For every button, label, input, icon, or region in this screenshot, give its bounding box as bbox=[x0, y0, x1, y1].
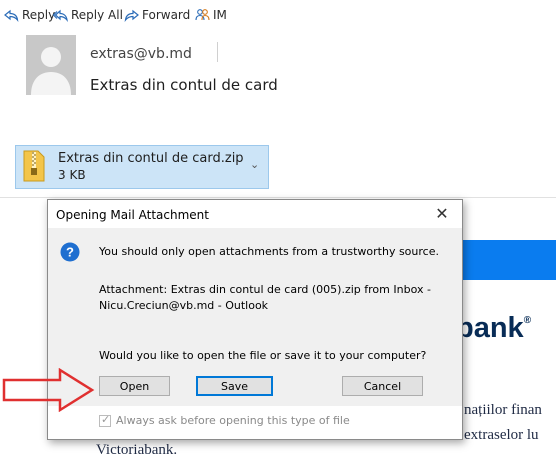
opening-mail-attachment-dialog: Opening Mail Attachment ✕ ? You should o… bbox=[47, 199, 463, 440]
question-text: Would you like to open the file or save … bbox=[99, 349, 427, 362]
reply-all-icon bbox=[52, 8, 68, 23]
avatar bbox=[26, 35, 76, 95]
svg-text:?: ? bbox=[66, 245, 74, 260]
forward-icon bbox=[124, 8, 139, 23]
message-subject: Extras din contul de card bbox=[90, 76, 278, 94]
zip-file-icon bbox=[23, 150, 45, 182]
reply-button[interactable]: Reply bbox=[4, 7, 55, 23]
dialog-title: Opening Mail Attachment bbox=[56, 208, 209, 222]
always-ask-checkbox[interactable]: ✓ bbox=[99, 413, 111, 427]
body-text-line1: națiilor finan bbox=[464, 402, 542, 418]
im-icon bbox=[195, 8, 210, 22]
reply-label: Reply bbox=[22, 8, 56, 22]
body-text-line3: Victoriabank. bbox=[96, 442, 178, 458]
cancel-button[interactable]: Cancel bbox=[342, 376, 423, 396]
chevron-down-icon[interactable]: ⌄ bbox=[250, 158, 259, 171]
close-icon[interactable]: ✕ bbox=[432, 204, 452, 223]
body-text-line2: extraselor lu bbox=[464, 427, 539, 443]
attachment-name: Extras din contul de card.zip bbox=[58, 151, 244, 166]
checkmark-icon: ✓ bbox=[101, 413, 111, 426]
help-icon: ? bbox=[60, 242, 80, 262]
body-divider bbox=[0, 197, 556, 198]
attachment-size: 3 KB bbox=[58, 168, 86, 182]
attachment-info-line1: Attachment: Extras din contul de card (0… bbox=[99, 283, 431, 296]
dialog-body: ? You should only open attachments from … bbox=[48, 228, 462, 427]
im-button[interactable]: IM bbox=[195, 7, 227, 23]
open-button[interactable]: Open bbox=[99, 376, 170, 396]
save-button[interactable]: Save bbox=[196, 376, 273, 396]
always-ask-label: Always ask before opening this type of f… bbox=[116, 414, 350, 427]
reply-all-label: Reply All bbox=[71, 8, 123, 22]
warning-text: You should only open attachments from a … bbox=[99, 245, 439, 258]
reply-all-button[interactable]: Reply All bbox=[52, 7, 123, 23]
red-arrow-annotation bbox=[2, 367, 96, 413]
attachment-info-line2: Nicu.Creciun@vb.md - Outlook bbox=[99, 299, 269, 312]
forward-button[interactable]: Forward bbox=[124, 7, 190, 23]
im-label: IM bbox=[213, 8, 227, 22]
forward-label: Forward bbox=[142, 8, 191, 22]
message-toolbar: Reply Reply All Forward IM bbox=[0, 0, 556, 28]
reply-icon bbox=[4, 8, 19, 23]
sender-address: extras@vb.md bbox=[90, 46, 192, 62]
bank-logo: bank® bbox=[456, 312, 532, 344]
email-banner bbox=[460, 240, 556, 280]
header-divider bbox=[217, 42, 218, 62]
attachment-item[interactable]: Extras din contul de card.zip 3 KB ⌄ bbox=[15, 145, 269, 189]
